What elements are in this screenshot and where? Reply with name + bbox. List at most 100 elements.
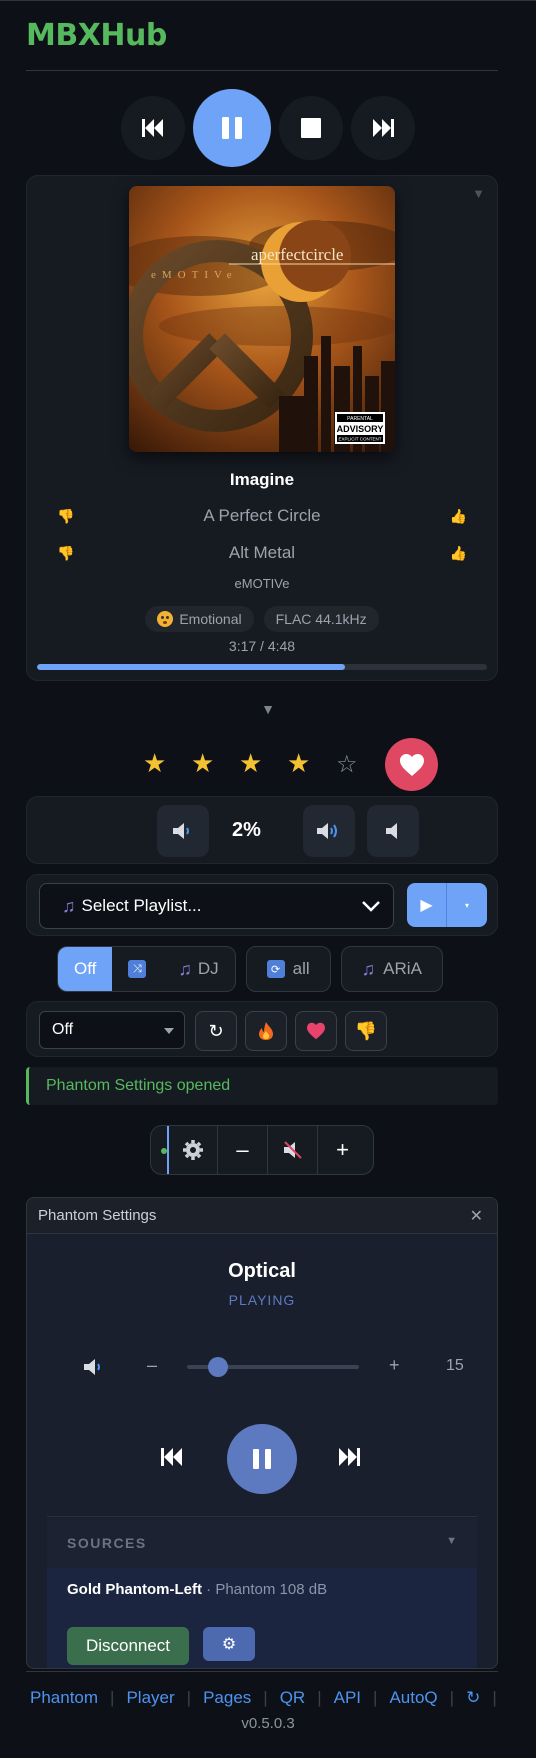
star-5[interactable]: ☆ xyxy=(336,750,358,779)
source-item: Gold Phantom-Left · Phantom 108 dB Disco… xyxy=(47,1568,477,1668)
footer-divider xyxy=(26,1671,498,1672)
mood-badge: Emotional xyxy=(145,606,254,632)
source-detail: · Phantom 108 dB xyxy=(202,1581,328,1598)
sources-label: SOURCES xyxy=(67,1535,147,1551)
phantom-volume-thumb[interactable] xyxy=(207,1357,228,1377)
thumbs-up-icon[interactable]: 👍 xyxy=(450,545,467,562)
caret-down-icon: ▼ xyxy=(446,1535,457,1547)
phantom-volume-down-button[interactable]: – xyxy=(217,1126,267,1174)
footer-link-api[interactable]: API xyxy=(334,1688,361,1708)
format-badge: FLAC 44.1kHz xyxy=(263,606,379,632)
star-2[interactable]: ★ xyxy=(191,748,214,779)
transport-controls xyxy=(0,89,536,167)
heart-icon xyxy=(307,1022,325,1040)
progress-bar[interactable] xyxy=(37,664,487,670)
footer-link-pages[interactable]: Pages xyxy=(203,1688,251,1708)
album-art-band-text: aperfectcircle xyxy=(251,245,343,264)
thumbs-down-icon[interactable]: 👎 xyxy=(57,508,74,525)
footer-link-qr[interactable]: QR xyxy=(280,1688,306,1708)
muted-speaker-icon xyxy=(283,1141,302,1159)
hot-button[interactable] xyxy=(245,1011,287,1051)
dj-select-value: Off xyxy=(52,1021,74,1038)
refresh-icon[interactable]: ↻ xyxy=(466,1688,480,1708)
repeat-button[interactable]: ⟳ all xyxy=(245,946,331,992)
playlist-select[interactable]: ♫ Select Playlist... xyxy=(39,883,394,929)
phantom-volume-up-button[interactable]: + xyxy=(317,1126,367,1174)
favorite-button[interactable] xyxy=(295,1011,337,1051)
footer-link-player[interactable]: Player xyxy=(126,1688,174,1708)
dj-option[interactable]: ♫ DJ xyxy=(162,947,234,991)
footer-separator: | xyxy=(449,1688,455,1707)
mute-button[interactable] xyxy=(367,805,419,857)
aria-button[interactable]: ♫ ARiA xyxy=(340,946,443,992)
dj-card: Off ↻ 👎 xyxy=(26,1001,498,1057)
dislike-button[interactable]: 👎 xyxy=(345,1011,387,1051)
shuffle-off-option[interactable]: Off xyxy=(58,947,113,991)
phantom-pause-button[interactable] xyxy=(227,1424,297,1494)
volume-down-button[interactable] xyxy=(157,805,209,857)
gear-icon xyxy=(183,1140,203,1160)
artist-name[interactable]: A Perfect Circle xyxy=(203,506,320,526)
playlist-placeholder: Select Playlist... xyxy=(81,896,202,915)
skip-back-icon[interactable] xyxy=(161,1448,183,1466)
device-status: PLAYING xyxy=(228,1292,296,1308)
footer-separator: | xyxy=(186,1688,192,1707)
progress-fill xyxy=(37,664,346,670)
next-track-button[interactable] xyxy=(351,96,415,160)
track-badges: Emotional FLAC 44.1kHz xyxy=(27,606,497,632)
skip-back-icon xyxy=(142,119,163,137)
phantom-volume-row: – + 15 xyxy=(27,1355,497,1379)
previous-track-button[interactable] xyxy=(121,96,185,160)
footer-separator: | xyxy=(317,1688,322,1707)
collapse-caret-icon[interactable]: ▼ xyxy=(472,186,485,201)
fire-icon xyxy=(259,1022,273,1040)
stop-icon xyxy=(301,118,321,138)
phantom-settings-panel: Phantom Settings ✕ Optical PLAYING – + 1… xyxy=(26,1197,498,1669)
pause-icon xyxy=(253,1449,271,1469)
stop-button[interactable] xyxy=(279,96,343,160)
source-settings-button[interactable]: ⚙ xyxy=(203,1627,255,1661)
expand-caret-icon[interactable]: ▼ xyxy=(0,701,536,717)
playlist-options-button[interactable]: ▾ xyxy=(447,883,487,927)
speaker-low-icon[interactable] xyxy=(83,1358,105,1376)
skip-forward-icon[interactable] xyxy=(338,1448,360,1466)
love-button[interactable] xyxy=(385,738,438,791)
volume-up-button[interactable] xyxy=(303,805,355,857)
playlist-play-button[interactable]: ▶ xyxy=(407,883,447,927)
format-label: FLAC 44.1kHz xyxy=(275,611,367,627)
gear-icon: ⚙ xyxy=(221,1636,237,1653)
shuffle-mode-segment: Off ⤨ ♫ DJ xyxy=(57,946,236,992)
phantom-settings-button[interactable] xyxy=(167,1126,217,1174)
phantom-mute-button[interactable] xyxy=(267,1126,317,1174)
footer-nav: Phantom | Player | Pages | QR | API | Au… xyxy=(30,1688,509,1708)
phantom-volume-minus[interactable]: – xyxy=(147,1355,157,1376)
now-playing-card: ▼ aperfectcircle eMOTIVe PARENTAL ADVISO… xyxy=(26,175,498,681)
dj-mode-select[interactable]: Off xyxy=(39,1011,185,1049)
thumbs-up-icon[interactable]: 👍 xyxy=(450,508,467,525)
app-version: v0.5.0.3 xyxy=(241,1715,295,1732)
album-name[interactable]: eMOTIVe xyxy=(27,576,497,591)
volume-card: 2% xyxy=(26,796,498,864)
album-art: aperfectcircle eMOTIVe PARENTAL ADVISORY… xyxy=(129,186,395,452)
star-4[interactable]: ★ xyxy=(287,748,310,779)
footer-separator: | xyxy=(263,1688,268,1707)
footer-separator: | xyxy=(492,1688,497,1707)
star-3[interactable]: ★ xyxy=(239,748,262,779)
footer-link-autoq[interactable]: AutoQ xyxy=(389,1688,437,1708)
pause-button[interactable] xyxy=(193,89,271,167)
genre-name[interactable]: Alt Metal xyxy=(229,543,295,563)
phantom-volume-plus[interactable]: + xyxy=(389,1355,400,1376)
phantom-transport xyxy=(27,1424,497,1494)
disconnect-button[interactable]: Disconnect xyxy=(67,1627,189,1665)
shuffle-option[interactable]: ⤨ xyxy=(112,947,162,991)
close-icon[interactable]: ✕ xyxy=(470,1206,483,1226)
music-note-icon: ♫ xyxy=(361,958,376,979)
source-description: Gold Phantom-Left · Phantom 108 dB xyxy=(67,1581,327,1598)
sources-header[interactable]: SOURCES ▼ xyxy=(47,1518,477,1568)
footer-link-phantom[interactable]: Phantom xyxy=(30,1688,98,1708)
thumbs-down-icon[interactable]: 👎 xyxy=(57,545,74,562)
advisory-label-mid: ADVISORY xyxy=(337,424,384,434)
footer-separator: | xyxy=(110,1688,115,1707)
star-1[interactable]: ★ xyxy=(143,748,166,779)
refresh-button[interactable]: ↻ xyxy=(195,1011,237,1051)
